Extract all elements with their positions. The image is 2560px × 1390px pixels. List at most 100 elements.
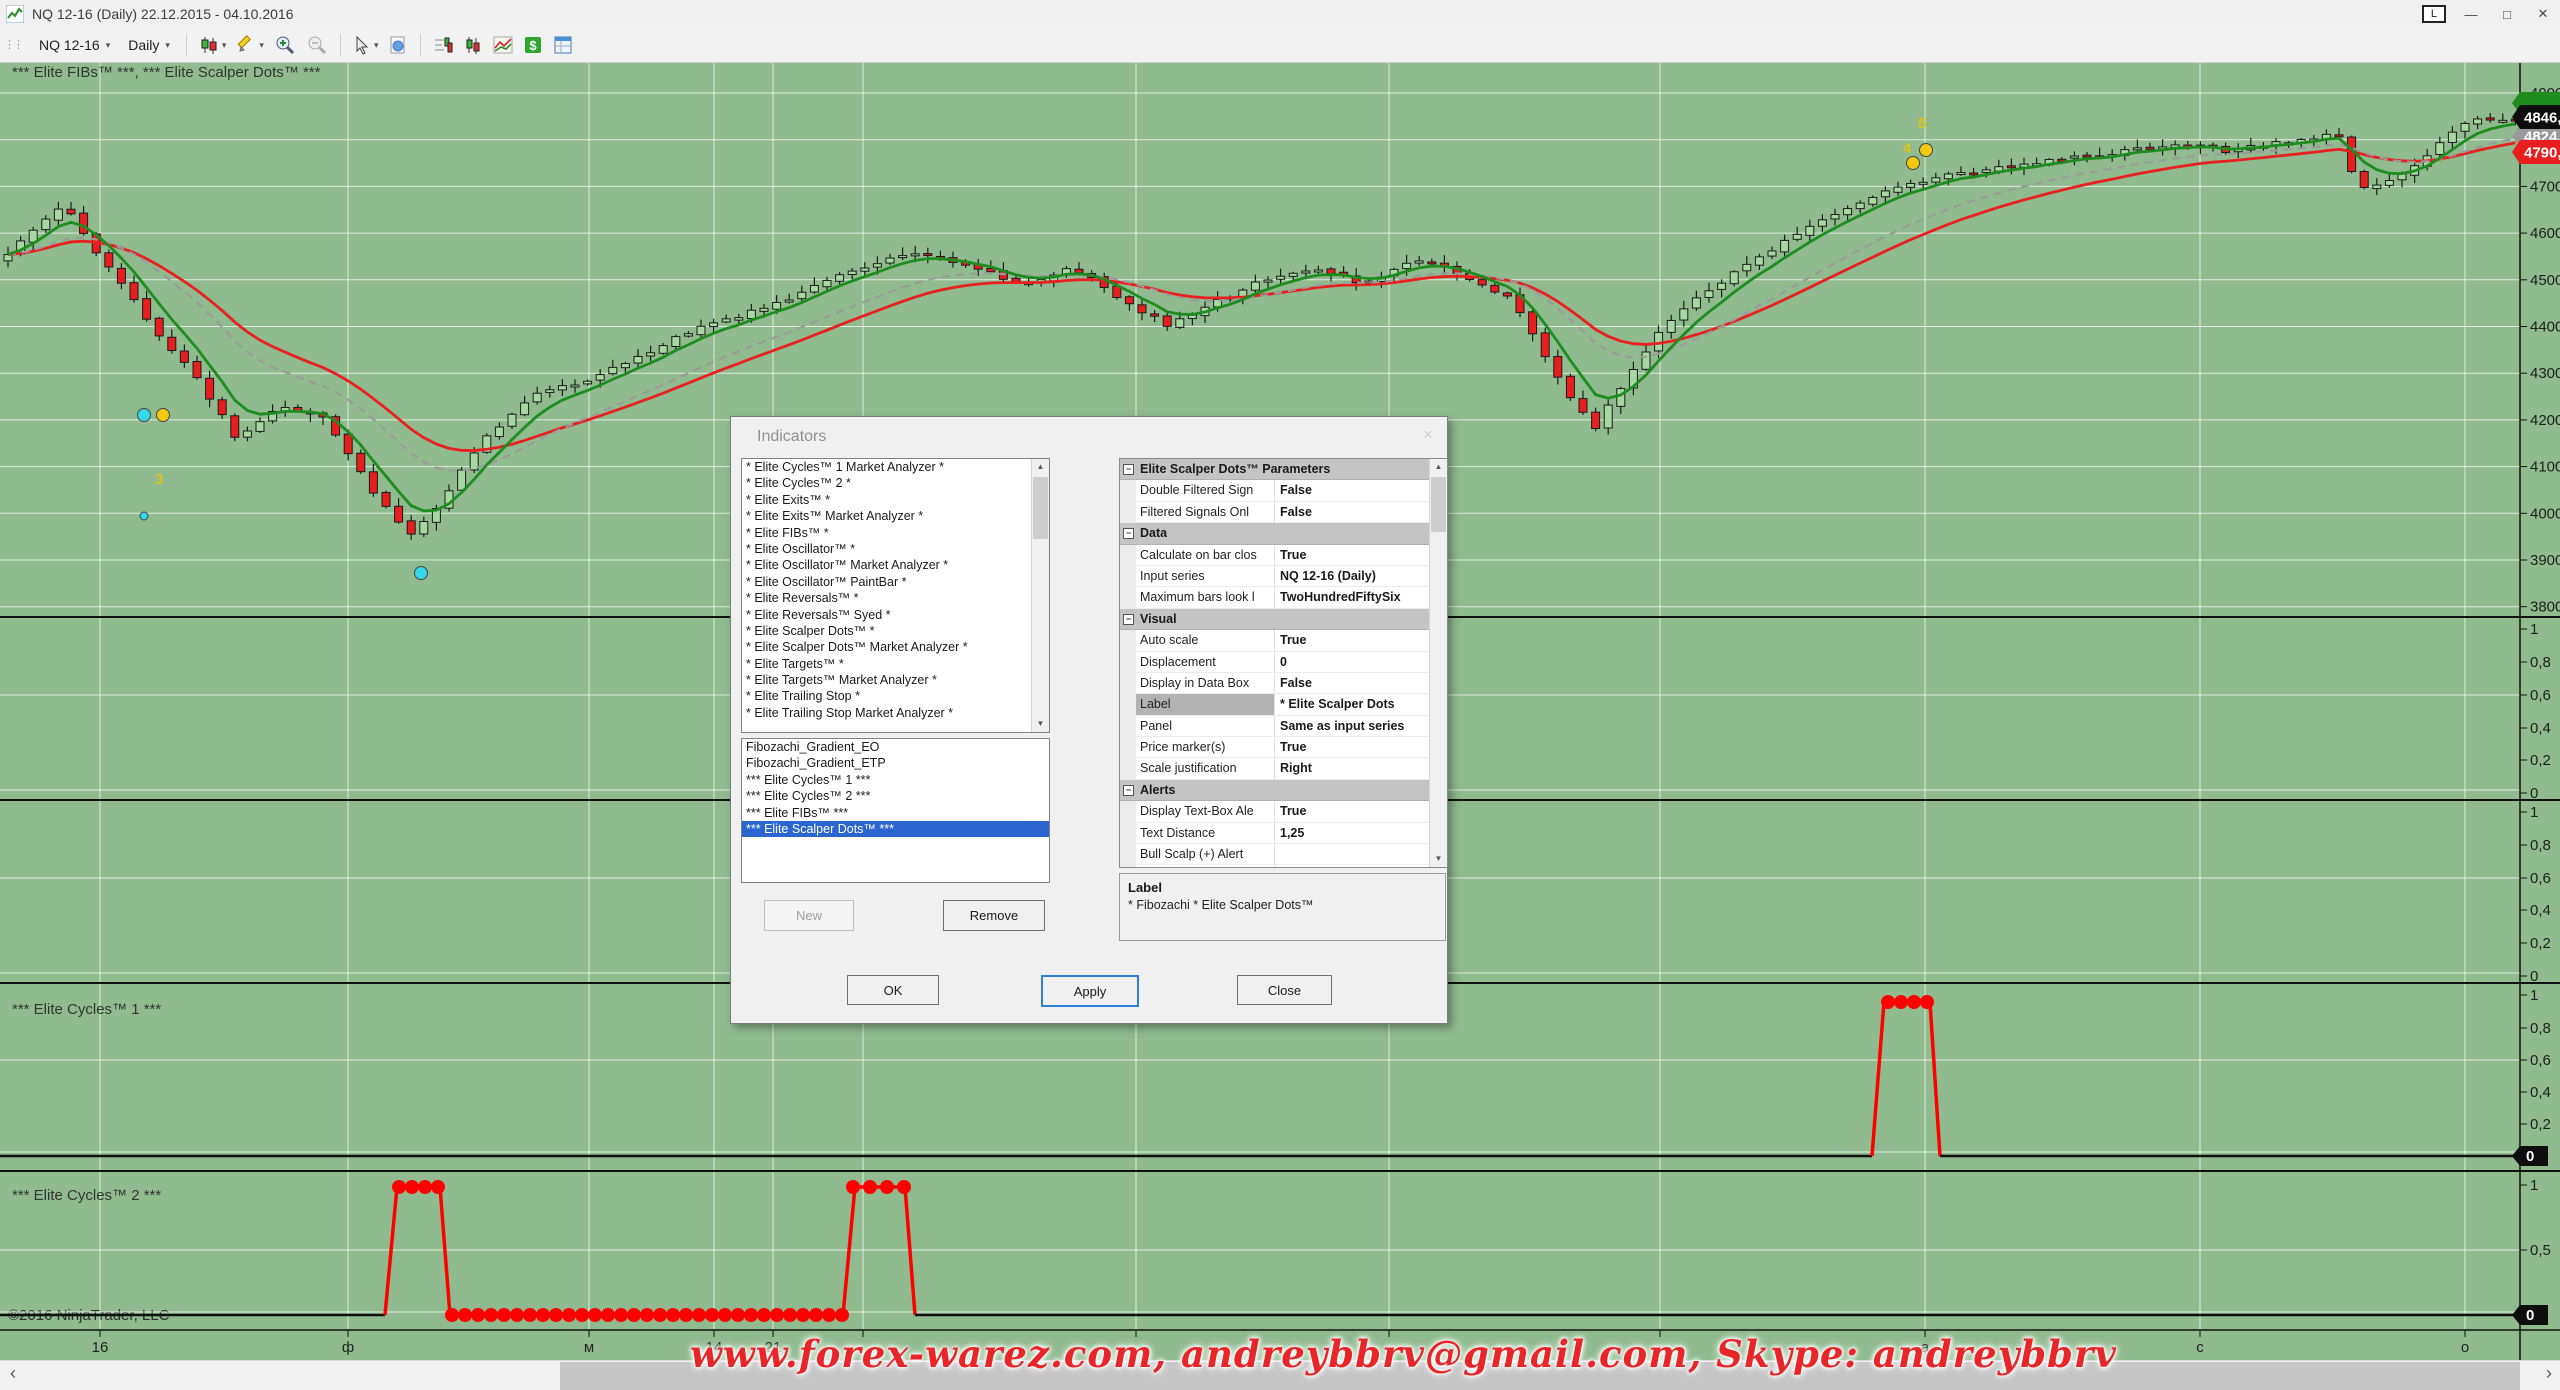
property-row[interactable]: Filtered Signals OnlFalse [1120, 502, 1430, 523]
property-grid-scrollbar[interactable]: ▲ ▼ [1429, 459, 1447, 867]
scroll-up-icon[interactable]: ▲ [1430, 459, 1447, 475]
available-indicator-item[interactable]: * Elite Oscillator™ Market Analyzer * [742, 557, 1032, 573]
collapse-icon[interactable]: − [1123, 785, 1134, 796]
available-indicator-item[interactable]: * Elite Targets™ * [742, 656, 1032, 672]
available-indicator-item[interactable]: * Elite Oscillator™ * [742, 541, 1032, 557]
close-button[interactable]: Close [1237, 975, 1332, 1005]
scroll-left-icon[interactable]: ‹ [10, 1363, 16, 1384]
zoom-out-button[interactable] [301, 32, 333, 58]
selected-indicator-item[interactable]: *** Elite Cycles™ 2 *** [742, 788, 1049, 804]
market-analyzer-button[interactable] [428, 33, 458, 57]
scroll-down-icon[interactable]: ▼ [1032, 716, 1049, 732]
dialog-close-icon[interactable]: × [1423, 425, 1433, 445]
property-label: Displacement [1136, 652, 1275, 672]
new-button[interactable]: New [764, 900, 854, 931]
property-value[interactable]: * Elite Scalper Dots [1275, 694, 1430, 714]
property-value[interactable]: NQ 12-16 (Daily) [1275, 566, 1430, 586]
property-value[interactable]: False [1275, 673, 1430, 693]
property-row[interactable]: Price marker(s)True [1120, 737, 1430, 758]
property-value[interactable]: True [1275, 737, 1430, 757]
collapse-icon[interactable]: − [1123, 614, 1134, 625]
available-indicator-item[interactable]: * Elite Oscillator™ PaintBar * [742, 574, 1032, 590]
property-category-row[interactable]: −Data [1120, 523, 1430, 544]
property-value[interactable]: True [1275, 545, 1430, 565]
selected-indicator-item[interactable]: *** Elite FIBs™ *** [742, 805, 1049, 821]
property-row[interactable]: Display Text-Box AleTrue [1120, 801, 1430, 822]
property-value[interactable]: False [1275, 480, 1430, 500]
available-list-scrollbar[interactable]: ▲ ▼ [1031, 459, 1049, 732]
available-indicator-item[interactable]: * Elite Exits™ * [742, 492, 1032, 508]
available-indicator-item[interactable]: * Elite Scalper Dots™ * [742, 623, 1032, 639]
scrollbar-thumb[interactable] [1033, 477, 1048, 539]
property-row[interactable]: PanelSame as input series [1120, 716, 1430, 737]
grid-panel-button[interactable] [548, 33, 578, 57]
property-grid[interactable]: −Elite Scalper Dots™ ParametersDouble Fi… [1119, 458, 1448, 868]
collapse-icon[interactable]: − [1123, 528, 1134, 539]
maximize-button[interactable]: □ [2496, 7, 2518, 22]
instrument-dropdown[interactable]: NQ 12-16 ▾ [30, 33, 119, 57]
fundamental-data-button[interactable]: $ [518, 33, 548, 57]
toolbar-grip[interactable]: ⋮⋮ [4, 41, 22, 50]
property-row[interactable]: Label* Elite Scalper Dots [1120, 694, 1430, 715]
property-value[interactable]: TwoHundredFiftySix [1275, 587, 1430, 607]
drawing-tools-button[interactable]: ▾ [231, 33, 269, 57]
apply-button[interactable]: Apply [1041, 975, 1139, 1007]
data-box-button[interactable] [383, 33, 413, 57]
property-value[interactable]: Right [1275, 758, 1430, 778]
chart-window-button[interactable] [458, 33, 488, 57]
selected-indicator-item[interactable]: *** Elite Scalper Dots™ *** [742, 821, 1049, 837]
property-row[interactable]: Filtered Bull Scalp (+ [1120, 865, 1430, 868]
chart-style-button[interactable]: ▾ [194, 33, 232, 57]
property-value[interactable]: False [1275, 502, 1430, 522]
available-indicator-item[interactable]: * Elite Cycles™ 1 Market Analyzer * [742, 459, 1032, 475]
property-row[interactable]: Input seriesNQ 12-16 (Daily) [1120, 566, 1430, 587]
property-row[interactable]: Calculate on bar closTrue [1120, 545, 1430, 566]
selected-indicators-list[interactable]: Fibozachi_Gradient_EOFibozachi_Gradient_… [741, 738, 1050, 883]
available-indicator-item[interactable]: * Elite Reversals™ Syed * [742, 607, 1032, 623]
zoom-in-button[interactable] [269, 32, 301, 58]
property-row[interactable]: Auto scaleTrue [1120, 630, 1430, 651]
scroll-right-icon[interactable]: › [2546, 1363, 2552, 1384]
selected-indicator-item[interactable]: *** Elite Cycles™ 1 *** [742, 772, 1049, 788]
property-value[interactable] [1275, 844, 1430, 864]
property-row[interactable]: Scale justificationRight [1120, 758, 1430, 779]
available-indicator-item[interactable]: * Elite FIBs™ * [742, 525, 1032, 541]
period-dropdown[interactable]: Daily ▾ [119, 33, 179, 57]
available-indicator-item[interactable]: * Elite Targets™ Market Analyzer * [742, 672, 1032, 688]
property-value[interactable] [1275, 865, 1430, 868]
scroll-down-icon[interactable]: ▼ [1430, 851, 1447, 867]
ok-button[interactable]: OK [847, 975, 939, 1005]
selected-indicator-item[interactable]: Fibozachi_Gradient_EO [742, 739, 1049, 755]
property-category-row[interactable]: −Alerts [1120, 780, 1430, 801]
property-value[interactable]: Same as input series [1275, 716, 1430, 736]
property-row[interactable]: Double Filtered SignFalse [1120, 480, 1430, 501]
property-category-row[interactable]: −Visual [1120, 609, 1430, 630]
property-row[interactable]: Displacement0 [1120, 652, 1430, 673]
cursor-tool-button[interactable]: ▾ [348, 33, 384, 57]
link-button[interactable]: L [2422, 5, 2446, 23]
available-indicator-item[interactable]: * Elite Scalper Dots™ Market Analyzer * [742, 639, 1032, 655]
available-indicator-item[interactable]: * Elite Exits™ Market Analyzer * [742, 508, 1032, 524]
available-indicator-item[interactable]: * Elite Trailing Stop Market Analyzer * [742, 705, 1032, 721]
property-value[interactable]: True [1275, 801, 1430, 821]
line-chart-button[interactable] [488, 33, 518, 57]
remove-button[interactable]: Remove [943, 900, 1045, 931]
property-row[interactable]: Text Distance1,25 [1120, 823, 1430, 844]
collapse-icon[interactable]: − [1123, 464, 1134, 475]
scrollbar-thumb[interactable] [1431, 477, 1446, 532]
minimize-button[interactable]: — [2460, 7, 2482, 22]
available-indicator-item[interactable]: * Elite Cycles™ 2 * [742, 475, 1032, 491]
property-row[interactable]: Maximum bars look lTwoHundredFiftySix [1120, 587, 1430, 608]
available-indicator-item[interactable]: * Elite Trailing Stop * [742, 688, 1032, 704]
property-value[interactable]: 0 [1275, 652, 1430, 672]
scroll-up-icon[interactable]: ▲ [1032, 459, 1049, 475]
property-category-row[interactable]: −Elite Scalper Dots™ Parameters [1120, 459, 1430, 480]
property-row[interactable]: Display in Data BoxFalse [1120, 673, 1430, 694]
property-value[interactable]: True [1275, 630, 1430, 650]
available-indicators-list[interactable]: * Elite Cycles™ 1 Market Analyzer ** Eli… [741, 458, 1050, 733]
available-indicator-item[interactable]: * Elite Reversals™ * [742, 590, 1032, 606]
close-button[interactable]: ✕ [2532, 6, 2554, 22]
property-value[interactable]: 1,25 [1275, 823, 1430, 843]
selected-indicator-item[interactable]: Fibozachi_Gradient_ETP [742, 755, 1049, 771]
property-row[interactable]: Bull Scalp (+) Alert [1120, 844, 1430, 865]
